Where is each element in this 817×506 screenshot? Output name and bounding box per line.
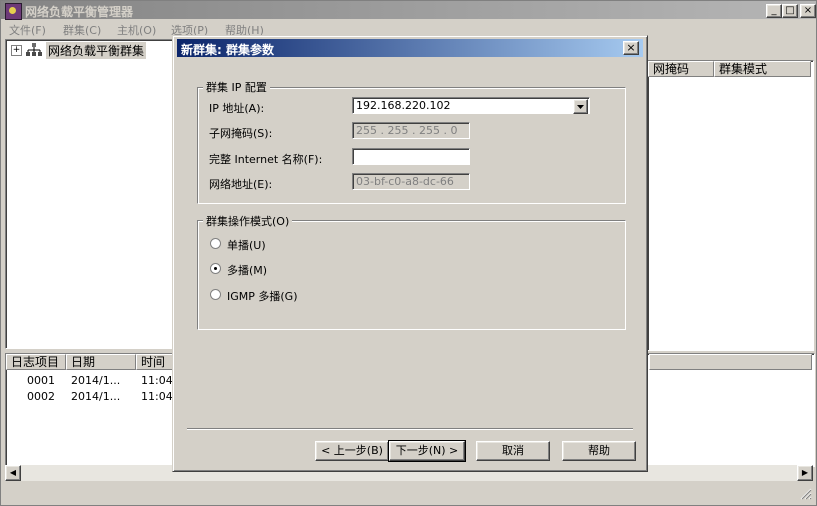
radio-igmp-multicast-label: IGMP 多播(G) bbox=[227, 290, 298, 303]
minimize-button[interactable]: _ bbox=[766, 4, 782, 18]
menu-cluster[interactable]: 群集(C) bbox=[63, 22, 101, 38]
dialog-title-bar[interactable]: 新群集: 群集参数 × bbox=[177, 39, 643, 57]
column-header-time[interactable]: 时间 bbox=[136, 354, 176, 370]
ip-address-label: IP 地址(A): bbox=[209, 102, 265, 115]
help-button[interactable]: 帮助 bbox=[562, 441, 636, 461]
subnet-mask-label: 子网掩码(S): bbox=[209, 127, 273, 140]
next-button[interactable]: 下一步(N) > bbox=[388, 440, 466, 462]
dialog-close-button[interactable]: × bbox=[623, 41, 639, 55]
subnet-mask-field: 255 . 255 . 255 . 0 bbox=[352, 122, 470, 139]
new-cluster-dialog: 新群集: 群集参数 × 群集 IP 配置 IP 地址(A): 192.168.2… bbox=[172, 35, 648, 472]
resize-grip-icon[interactable] bbox=[800, 488, 812, 500]
table-row[interactable]: 0002 2014/1... 11:04 bbox=[6, 389, 176, 405]
scroll-right-button[interactable]: ▶ bbox=[797, 465, 813, 481]
ip-dropdown-button[interactable] bbox=[573, 99, 588, 114]
log-entry-time: 11:04 bbox=[141, 390, 173, 403]
cluster-network-icon bbox=[26, 42, 42, 57]
column-header-blank bbox=[649, 354, 812, 370]
radio-multicast-button[interactable] bbox=[210, 263, 221, 274]
tree-expander[interactable]: + bbox=[11, 45, 22, 56]
menu-file[interactable]: 文件(F) bbox=[9, 22, 46, 38]
column-header-netmask[interactable]: 网掩码 bbox=[648, 61, 714, 77]
full-internet-name-input[interactable] bbox=[352, 148, 470, 165]
radio-multicast[interactable]: 多播(M) bbox=[210, 262, 330, 277]
back-button[interactable]: < 上一步(B) bbox=[315, 441, 389, 461]
nlb-app-icon bbox=[5, 3, 22, 20]
radio-multicast-label: 多播(M) bbox=[227, 264, 268, 277]
main-title-bar[interactable]: 网络负载平衡管理器 _ □ × bbox=[1, 1, 816, 20]
cluster-tree[interactable]: + 网络负载平衡群集 bbox=[5, 39, 173, 349]
ip-address-value: 192.168.220.102 bbox=[356, 99, 451, 112]
dialog-title: 新群集: 群集参数 bbox=[181, 43, 274, 57]
column-header-date[interactable]: 日期 bbox=[66, 354, 136, 370]
network-address-label: 网络地址(E): bbox=[209, 178, 273, 191]
tree-root-label[interactable]: 网络负载平衡群集 bbox=[46, 42, 147, 59]
radio-igmp-multicast[interactable]: IGMP 多播(G) bbox=[210, 288, 350, 303]
ip-address-combo[interactable]: 192.168.220.102 bbox=[352, 97, 590, 114]
dialog-separator bbox=[187, 428, 633, 430]
radio-igmp-multicast-button[interactable] bbox=[210, 289, 221, 300]
radio-unicast-button[interactable] bbox=[210, 238, 221, 249]
status-bar bbox=[1, 486, 816, 504]
full-internet-name-label: 完整 Internet 名称(F): bbox=[209, 153, 323, 166]
log-entry-date: 2014/1... bbox=[71, 374, 121, 387]
close-button[interactable]: × bbox=[800, 4, 816, 18]
chevron-down-icon bbox=[577, 105, 584, 109]
radio-unicast[interactable]: 单播(U) bbox=[210, 237, 330, 252]
cluster-mode-group-legend: 群集操作模式(O) bbox=[203, 213, 293, 229]
window-title: 网络负载平衡管理器 bbox=[25, 5, 134, 19]
menu-host[interactable]: 主机(O) bbox=[117, 22, 156, 38]
maximize-button[interactable]: □ bbox=[782, 4, 798, 18]
column-header-log-entry[interactable]: 日志项目 bbox=[6, 354, 66, 370]
network-address-field: 03-bf-c0-a8-dc-66 bbox=[352, 173, 470, 190]
log-entry-id: 0001 bbox=[27, 374, 55, 387]
column-header-cluster-mode[interactable]: 群集模式 bbox=[714, 61, 811, 77]
scroll-left-button[interactable]: ◀ bbox=[5, 465, 21, 481]
radio-unicast-label: 单播(U) bbox=[227, 239, 266, 252]
cluster-details-list[interactable]: 网掩码 群集模式 bbox=[647, 60, 814, 351]
table-row[interactable]: 0001 2014/1... 11:04 bbox=[6, 373, 176, 389]
log-entry-time: 11:04 bbox=[141, 374, 173, 387]
cluster-ip-group-legend: 群集 IP 配置 bbox=[203, 79, 270, 95]
cancel-button[interactable]: 取消 bbox=[476, 441, 550, 461]
log-entry-id: 0002 bbox=[27, 390, 55, 403]
log-entry-date: 2014/1... bbox=[71, 390, 121, 403]
